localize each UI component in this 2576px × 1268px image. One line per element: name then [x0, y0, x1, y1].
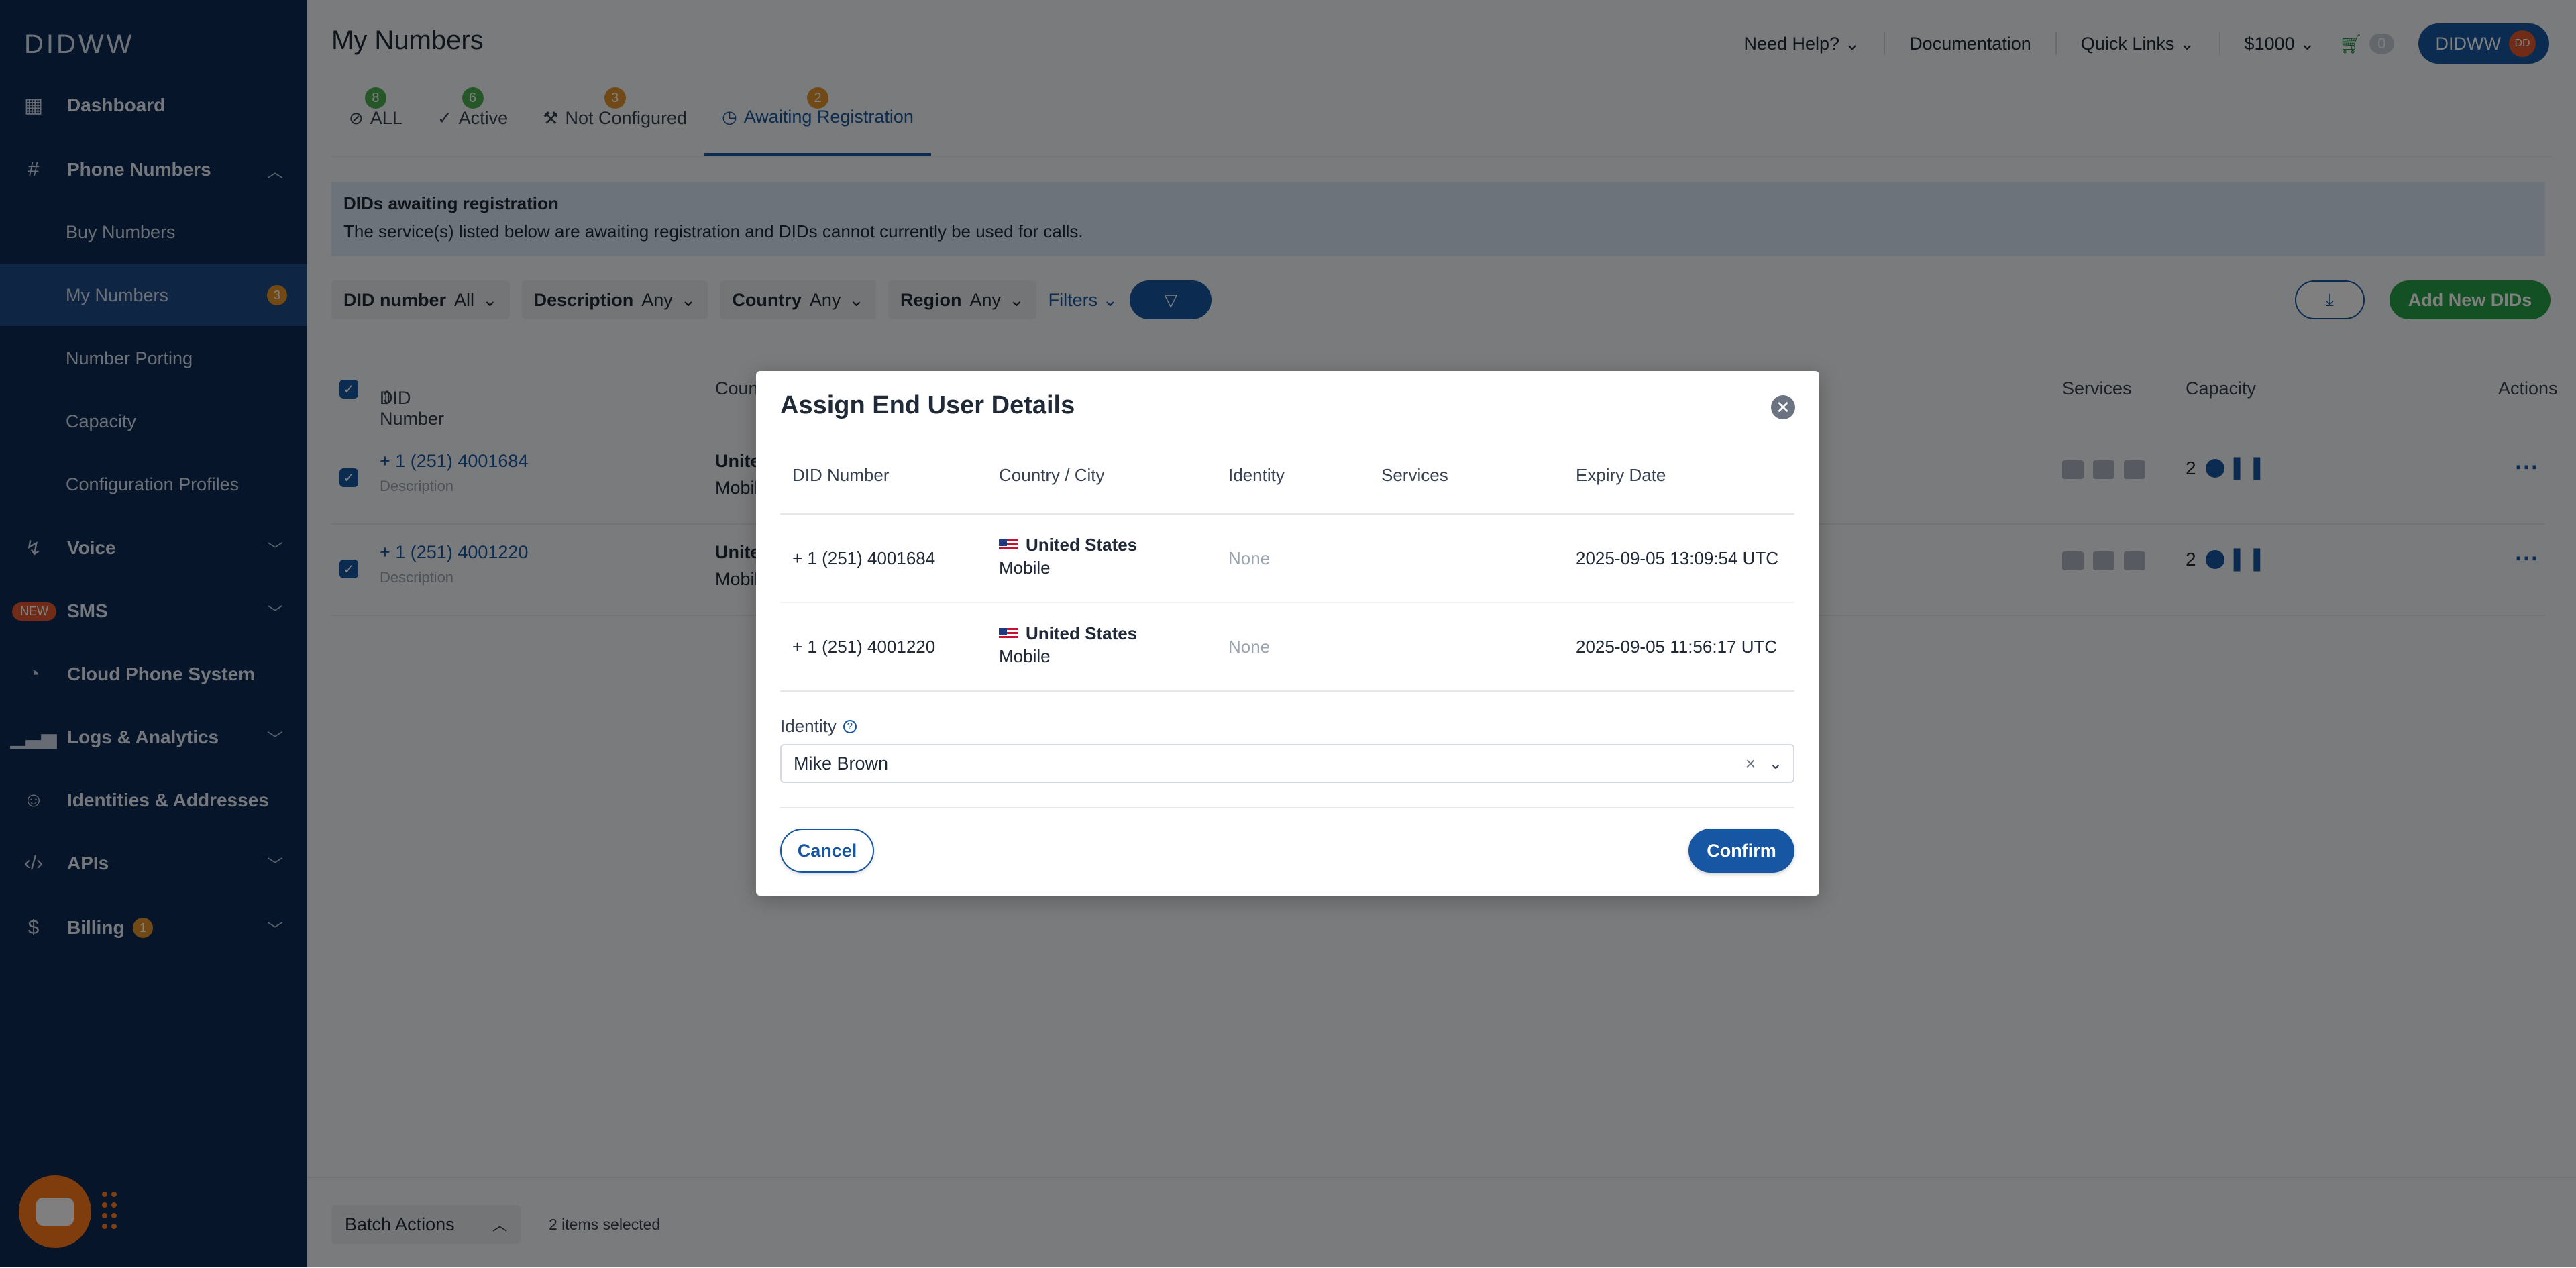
column-did-number: DID Number	[792, 465, 890, 485]
cancel-button[interactable]: Cancel	[780, 829, 874, 873]
identity-selected-value: Mike Brown	[794, 753, 889, 774]
divider	[780, 807, 1794, 808]
column-identity: Identity	[1228, 465, 1285, 485]
expiry-date: 2025-09-05 11:56:17 UTC	[1576, 637, 1778, 657]
divider	[780, 690, 1794, 692]
did-number: + 1 (251) 4001684	[792, 548, 936, 568]
assign-end-user-modal: Assign End User Details ✕ DID Number Cou…	[756, 371, 1819, 896]
number-type: Mobile	[999, 558, 1051, 578]
chevron-down-icon[interactable]: ⌄	[1769, 754, 1782, 774]
clear-icon[interactable]: ×	[1746, 753, 1756, 774]
did-number: + 1 (251) 4001220	[792, 637, 936, 657]
expiry-date: 2025-09-05 13:09:54 UTC	[1576, 548, 1779, 568]
country-cell: United States	[999, 535, 1137, 556]
column-country-city: Country / City	[999, 465, 1105, 485]
identity-value: None	[1228, 637, 1271, 657]
modal-title: Assign End User Details	[780, 391, 1075, 419]
country-cell: United States	[999, 623, 1137, 644]
column-services: Services	[1381, 465, 1448, 485]
us-flag-icon	[999, 627, 1018, 640]
identity-label-text: Identity	[780, 716, 837, 736]
us-flag-icon	[999, 539, 1018, 551]
country-name: United States	[1026, 535, 1138, 555]
number-type: Mobile	[999, 646, 1051, 666]
confirm-button[interactable]: Confirm	[1688, 829, 1794, 873]
modal-table-row: + 1 (251) 4001684 United States Mobile N…	[780, 515, 1794, 602]
identity-select[interactable]: Mike Brown × ⌄	[780, 744, 1794, 783]
close-icon[interactable]: ✕	[1771, 395, 1795, 419]
column-expiry-date: Expiry Date	[1576, 465, 1666, 485]
identity-field-label: Identity ?	[780, 716, 857, 737]
identity-value: None	[1228, 548, 1271, 568]
modal-table-row: + 1 (251) 4001220 United States Mobile N…	[780, 603, 1794, 690]
country-name: United States	[1026, 623, 1138, 643]
help-icon[interactable]: ?	[843, 719, 857, 733]
